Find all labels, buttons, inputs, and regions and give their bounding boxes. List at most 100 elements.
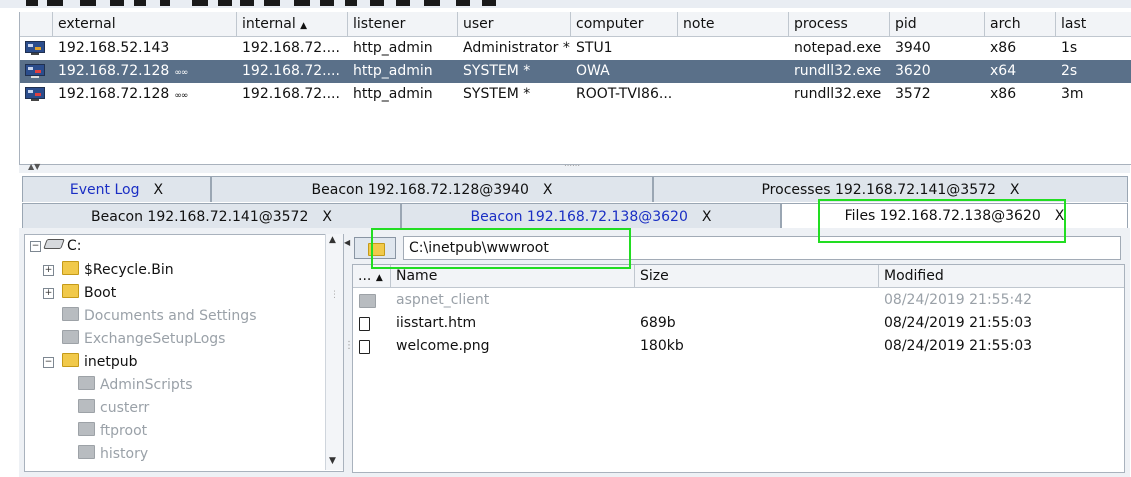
tree-expand-icon[interactable]: +: [43, 265, 54, 276]
column-internal[interactable]: internal ▲: [237, 12, 348, 36]
column-listener[interactable]: listener: [348, 12, 458, 36]
tree-item-exchange-setup-logs[interactable]: ExchangeSetupLogs: [62, 328, 225, 350]
directory-tree: − C: + $Recycle.Bin + Boot Documents and…: [24, 234, 344, 472]
column-modified[interactable]: Modified: [879, 265, 1124, 287]
scroll-up-icon[interactable]: ▲: [329, 235, 336, 245]
tab-processes-141-3572[interactable]: Processes 192.168.72.141@3572 X: [653, 176, 1128, 202]
close-icon[interactable]: X: [543, 182, 553, 198]
column-last[interactable]: last: [1056, 12, 1131, 36]
tab-beacon-138-3620[interactable]: Beacon 192.168.72.138@3620 X: [401, 203, 781, 229]
close-icon[interactable]: X: [702, 209, 712, 225]
split-divider[interactable]: ▲▼ ⋯⋯: [19, 161, 1130, 173]
folder-icon: [62, 307, 79, 321]
file-list: ... ▲ Name Size Modified aspnet_client 0…: [352, 264, 1125, 473]
tree-item-custerr[interactable]: custerr: [78, 397, 149, 419]
column-arch[interactable]: arch: [985, 12, 1056, 36]
toolbar-connect-icon[interactable]: [26, 0, 38, 6]
column-external[interactable]: external: [53, 12, 237, 36]
divider-grip-icon: ⋯⋯: [564, 161, 580, 170]
close-icon[interactable]: X: [322, 209, 332, 225]
tab-beacon-128-3940[interactable]: Beacon 192.168.72.128@3940 X: [211, 176, 653, 202]
collapse-arrows-icon[interactable]: ▲▼: [28, 162, 40, 171]
folder-up-button[interactable]: [354, 237, 396, 259]
folder-icon: [62, 330, 79, 344]
tree-root[interactable]: C:: [43, 235, 82, 257]
tab-row-1: Event Log X Beacon 192.168.72.128@3940 X P…: [22, 176, 1128, 202]
beacon-table-header: external internal ▲ listener user comput…: [20, 12, 1131, 37]
path-input[interactable]: [403, 236, 1121, 260]
tree-item-documents-and-settings[interactable]: Documents and Settings: [62, 305, 256, 327]
tree-collapse-icon[interactable]: −: [43, 357, 54, 368]
beacon-monitor-icon: [25, 64, 45, 78]
split-left-arrow-icon[interactable]: ◀: [344, 238, 350, 247]
tree-item-inetpub[interactable]: inetpub: [62, 351, 138, 373]
tree-item-history[interactable]: history: [78, 443, 148, 465]
beacon-row-selected[interactable]: 192.168.72.128 ∞∞ 192.168.72.... http_adm…: [20, 60, 1131, 83]
folder-icon: [62, 284, 79, 298]
folder-icon: [78, 376, 95, 390]
toolbar-downloads-icon[interactable]: [218, 0, 232, 6]
toolbar: [0, 0, 1131, 8]
tree-item-recycle-bin[interactable]: $Recycle.Bin: [62, 259, 174, 281]
column-user[interactable]: user: [458, 12, 571, 36]
folder-icon: [78, 399, 95, 413]
toolbar-graph-icon[interactable]: [110, 0, 124, 6]
tree-item-boot[interactable]: Boot: [62, 282, 116, 304]
tree-item-ftproot[interactable]: ftproot: [78, 420, 147, 442]
column-process[interactable]: process: [789, 12, 890, 36]
toolbar-targets-icon[interactable]: [160, 0, 170, 6]
beacon-row[interactable]: 192.168.52.143 192.168.72.... http_admin…: [20, 37, 1131, 60]
column-computer[interactable]: computer: [571, 12, 678, 36]
toolbar-pivot-icon[interactable]: [134, 0, 146, 6]
close-icon[interactable]: X: [1055, 208, 1065, 224]
toolbar-creds-icon[interactable]: [192, 0, 208, 6]
close-icon[interactable]: X: [1010, 182, 1020, 198]
toolbar-screenshots-icon[interactable]: [264, 0, 280, 6]
tab-files-138-3620[interactable]: Files 192.168.72.138@3620 X: [781, 203, 1128, 229]
toolbar-listeners-icon[interactable]: [80, 0, 96, 6]
document-icon: [359, 340, 370, 354]
toolbar-keys-icon[interactable]: [240, 0, 254, 6]
tree-expand-icon[interactable]: +: [43, 288, 54, 299]
folder-icon: [62, 353, 79, 367]
column-name[interactable]: Name: [391, 265, 635, 287]
document-icon: [359, 317, 370, 331]
toolbar-applet-icon[interactable]: [345, 0, 357, 6]
toolbar-web-icon[interactable]: [370, 0, 384, 6]
column-note[interactable]: note: [678, 12, 789, 36]
column-size[interactable]: Size: [635, 265, 879, 287]
toolbar-disconnect-icon[interactable]: [47, 0, 63, 6]
beacon-table: external internal ▲ listener user comput…: [19, 12, 1131, 165]
pivot-chain-icon: ∞∞: [174, 68, 188, 78]
tab-row-2: Beacon 192.168.72.141@3572 X Beacon 192.1…: [22, 203, 1128, 229]
beacon-row[interactable]: 192.168.72.128 ∞∞ 192.168.72.... http_adm…: [20, 83, 1131, 106]
scroll-grip-icon: ⋮: [330, 290, 339, 300]
folder-icon: [78, 445, 95, 459]
column-type[interactable]: ... ▲: [353, 265, 391, 287]
path-bar: [352, 236, 1122, 260]
column-icon[interactable]: [20, 12, 53, 36]
folder-icon: [359, 294, 376, 308]
toolbar-settings-icon[interactable]: [294, 0, 310, 6]
toolbar-notes-icon[interactable]: [456, 0, 470, 6]
column-pid[interactable]: pid: [890, 12, 985, 36]
toolbar-cube-icon[interactable]: [482, 0, 496, 6]
scroll-down-icon[interactable]: ▼: [329, 456, 336, 466]
folder-icon: [368, 243, 385, 256]
pivot-chain-icon: ∞∞: [174, 91, 188, 101]
toolbar-link-icon[interactable]: [396, 0, 410, 6]
toolbar-log-icon[interactable]: [424, 0, 440, 6]
file-list-header: ... ▲ Name Size Modified: [353, 265, 1124, 288]
close-icon[interactable]: X: [153, 182, 163, 198]
tree-scrollbar[interactable]: ▲ ⋮ ▼: [325, 234, 343, 470]
tree-item-adminscripts[interactable]: AdminScripts: [78, 374, 193, 396]
file-row[interactable]: iisstart.htm 689b 08/24/2019 21:55:03: [353, 312, 1124, 335]
sort-ascending-icon: ▲: [375, 273, 383, 283]
file-row[interactable]: welcome.png 180kb 08/24/2019 21:55:03: [353, 335, 1124, 358]
file-row[interactable]: aspnet_client 08/24/2019 21:55:42: [353, 289, 1124, 312]
tree-collapse-icon[interactable]: −: [30, 241, 41, 252]
tab-beacon-141-3572[interactable]: Beacon 192.168.72.141@3572 X: [22, 203, 401, 229]
tab-event-log[interactable]: Event Log X: [22, 176, 211, 202]
beacon-monitor-icon: [25, 41, 45, 55]
toolbar-script-icon[interactable]: [320, 0, 334, 6]
